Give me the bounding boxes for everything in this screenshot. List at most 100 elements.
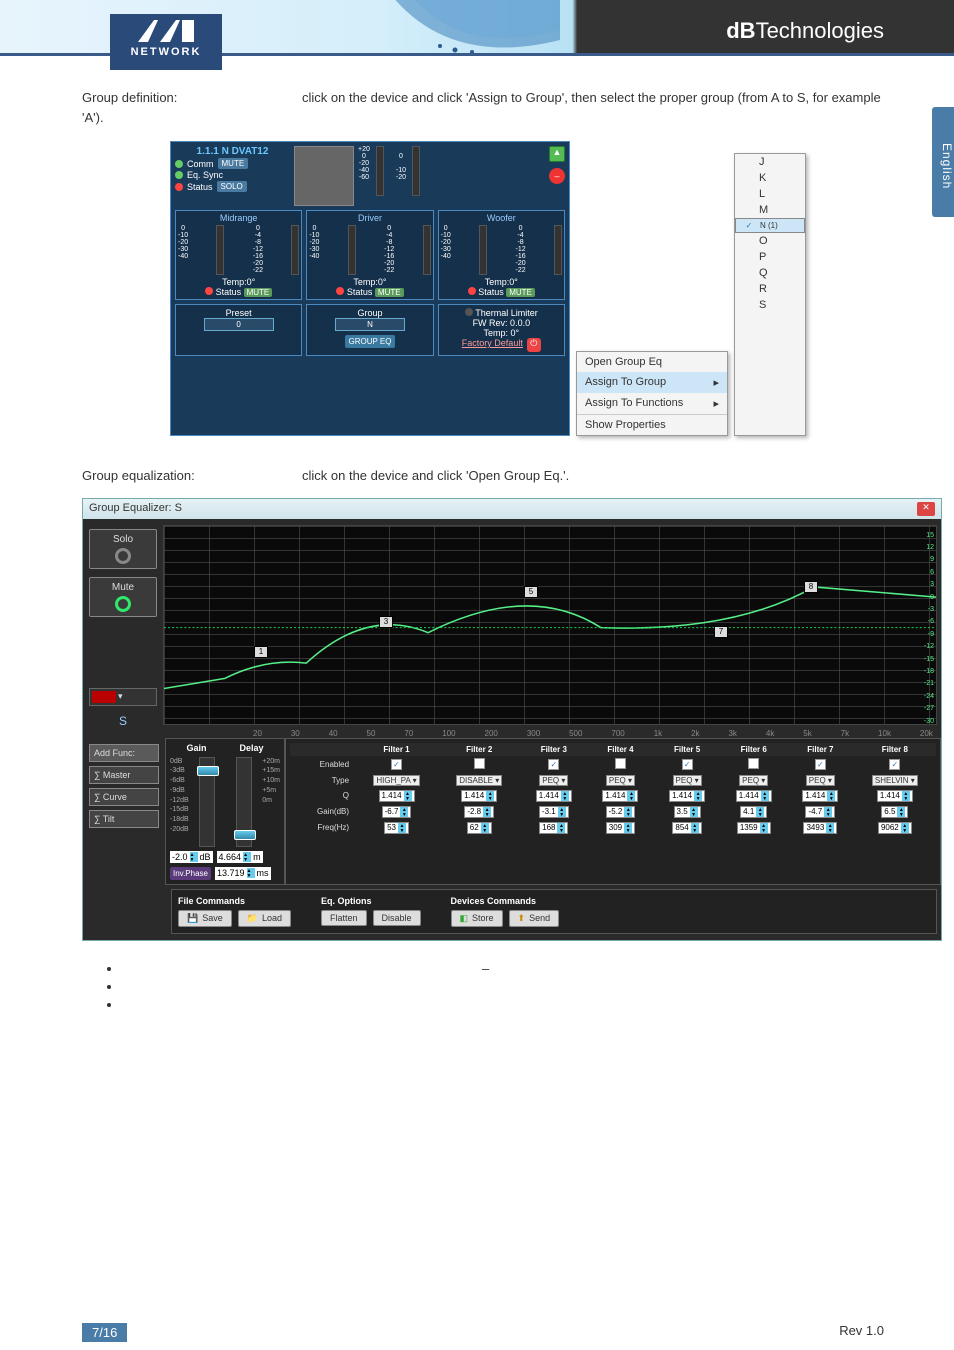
ms-readout[interactable]: 13.719▲▼ms [215,867,271,880]
mute-toggle[interactable]: Mute [89,577,157,617]
context-item[interactable]: Assign To Group▸ [577,372,727,393]
locale-dropdown[interactable]: ▾ [89,688,157,706]
mute-button[interactable]: MUTE [218,158,249,169]
filter-freq-input[interactable]: 62▲▼ [467,822,492,834]
submenu-item[interactable]: R [735,281,805,297]
filter-q-input[interactable]: 1.414▲▼ [669,790,705,802]
filter-freq-input[interactable]: 9062▲▼ [878,822,912,834]
filter-q-input[interactable]: 1.414▲▼ [536,790,572,802]
load-button[interactable]: 📁Load [238,910,291,927]
filter-freq-input[interactable]: 854▲▼ [672,822,701,834]
eq-node[interactable]: 7 [714,626,728,638]
filter-type-select[interactable]: PEQ ▾ [673,775,702,786]
filter-freq-input[interactable]: 1359▲▼ [737,822,771,834]
eq-titlebar: Group Equalizer: S ✕ [83,499,941,519]
filter-type-select[interactable]: PEQ ▾ [739,775,768,786]
channel-midrange: Midrange0-10-20-30-400-4-8-12-16-20-22Te… [175,210,302,300]
close-icon[interactable]: ✕ [917,502,935,516]
power-icon[interactable]: ⏻ [527,338,541,352]
submenu-item[interactable]: J [735,154,805,170]
context-item[interactable]: Show Properties [577,415,727,435]
factory-default-link[interactable]: Factory Default [462,338,523,348]
speaker-icon [294,146,354,206]
filters-table: Filter 1Filter 2Filter 3Filter 4Filter 5… [285,738,941,885]
filter-enable-checkbox[interactable]: ✓ [391,759,402,770]
filter-freq-input[interactable]: 3493▲▼ [803,822,837,834]
flatten-button[interactable]: Flatten [321,910,367,926]
expand-icon[interactable]: ▲ [549,146,565,162]
filter-enable-checkbox[interactable] [615,758,626,769]
filter-q-input[interactable]: 1.414▲▼ [461,790,497,802]
filter-q-input[interactable]: 1.414▲▼ [379,790,415,802]
sum-curve-button[interactable]: ∑ Curve [89,788,159,806]
eq-node[interactable]: 1 [254,646,268,658]
filter-enable-checkbox[interactable] [474,758,485,769]
filter-enable-checkbox[interactable]: ✓ [815,759,826,770]
filter-q-input[interactable]: 1.414▲▼ [736,790,772,802]
submenu-item[interactable]: Q [735,265,805,281]
submenu-item[interactable]: K [735,170,805,186]
filter-gain-input[interactable]: -6.7▲▼ [382,806,412,818]
store-button[interactable]: ◧Store [451,910,503,927]
status-led [175,183,183,191]
filter-gain-input[interactable]: -3.1▲▼ [539,806,569,818]
gain-readout[interactable]: -2.0▲▼dB [170,851,213,863]
submenu-item[interactable]: ✓N (1) [735,218,805,233]
group-eq-text: Group equalization:click on the device a… [82,466,894,486]
context-item[interactable]: Assign To Functions▸ [577,393,727,414]
submenu-item[interactable]: P [735,249,805,265]
preset-dropdown[interactable]: 0 [204,318,274,331]
bullet-list: – [122,961,894,1012]
disable-button[interactable]: Disable [373,910,421,926]
filter-type-select[interactable]: PEQ ▾ [539,775,568,786]
eq-node[interactable]: 3 [379,616,393,628]
send-button[interactable]: ⬆Send [509,910,560,927]
eq-node[interactable]: 5 [524,586,538,598]
filter-enable-checkbox[interactable] [748,758,759,769]
filter-freq-input[interactable]: 168▲▼ [539,822,568,834]
filter-gain-input[interactable]: -5.2▲▼ [606,806,636,818]
solo-button[interactable]: SOLO [217,181,247,192]
context-item[interactable]: Open Group Eq [577,352,727,372]
eq-node[interactable]: 8 [804,581,818,593]
filter-enable-checkbox[interactable]: ✓ [682,759,693,770]
inv-phase-button[interactable]: Inv.Phase [170,867,211,880]
remove-icon[interactable]: – [549,168,565,184]
save-button[interactable]: 💾Save [178,910,232,927]
level-meters: +200-20-40-60 0 -10-20 [358,146,420,206]
filter-q-input[interactable]: 1.414▲▼ [802,790,838,802]
logo: NETWORK [110,14,222,70]
figure-assign-group: 1.1.1 N DVAT12 CommMUTE Eq. Sync StatusS… [82,141,894,436]
submenu-item[interactable]: O [735,233,805,249]
comm-led [175,160,183,168]
filter-gain-input[interactable]: -4.7▲▼ [805,806,835,818]
filter-gain-input[interactable]: 4.1▲▼ [740,806,767,818]
filter-type-select[interactable]: SHELVIN ▾ [872,775,918,786]
filter-type-select[interactable]: DISABLE ▾ [456,775,502,786]
filter-type-select[interactable]: PEQ ▾ [806,775,835,786]
filter-freq-input[interactable]: 53▲▼ [384,822,409,834]
channel-woofer: Woofer0-10-20-30-400-4-8-12-16-20-22Temp… [438,210,565,300]
eq-graph[interactable]: 13578 15129630-3-6-9-12-15-18-21-24-27-3… [163,525,937,725]
filter-q-input[interactable]: 1.414▲▼ [877,790,913,802]
filter-type-select[interactable]: PEQ ▾ [606,775,635,786]
group-dropdown[interactable]: N [335,318,405,331]
filter-q-input[interactable]: 1.414▲▼ [602,790,638,802]
solo-toggle[interactable]: Solo [89,529,157,569]
submenu-item[interactable]: M [735,202,805,218]
delay-slider[interactable] [236,757,252,847]
sum-tilt-button[interactable]: ∑ Tilt [89,810,159,828]
filter-gain-input[interactable]: 6.5▲▼ [881,806,908,818]
filter-enable-checkbox[interactable]: ✓ [889,759,900,770]
filter-gain-input[interactable]: 3.5▲▼ [674,806,701,818]
delay-readout[interactable]: 4.664▲▼m [217,851,263,863]
filter-freq-input[interactable]: 309▲▼ [606,822,635,834]
gain-slider[interactable] [199,757,215,847]
filter-type-select[interactable]: HIGH_PA ▾ [373,775,419,786]
filter-enable-checkbox[interactable]: ✓ [548,759,559,770]
group-eq-button[interactable]: GROUP EQ [345,335,396,348]
submenu-item[interactable]: S [735,297,805,313]
submenu-item[interactable]: L [735,186,805,202]
filter-gain-input[interactable]: -2.8▲▼ [464,806,494,818]
sum-master-button[interactable]: ∑ Master [89,766,159,784]
